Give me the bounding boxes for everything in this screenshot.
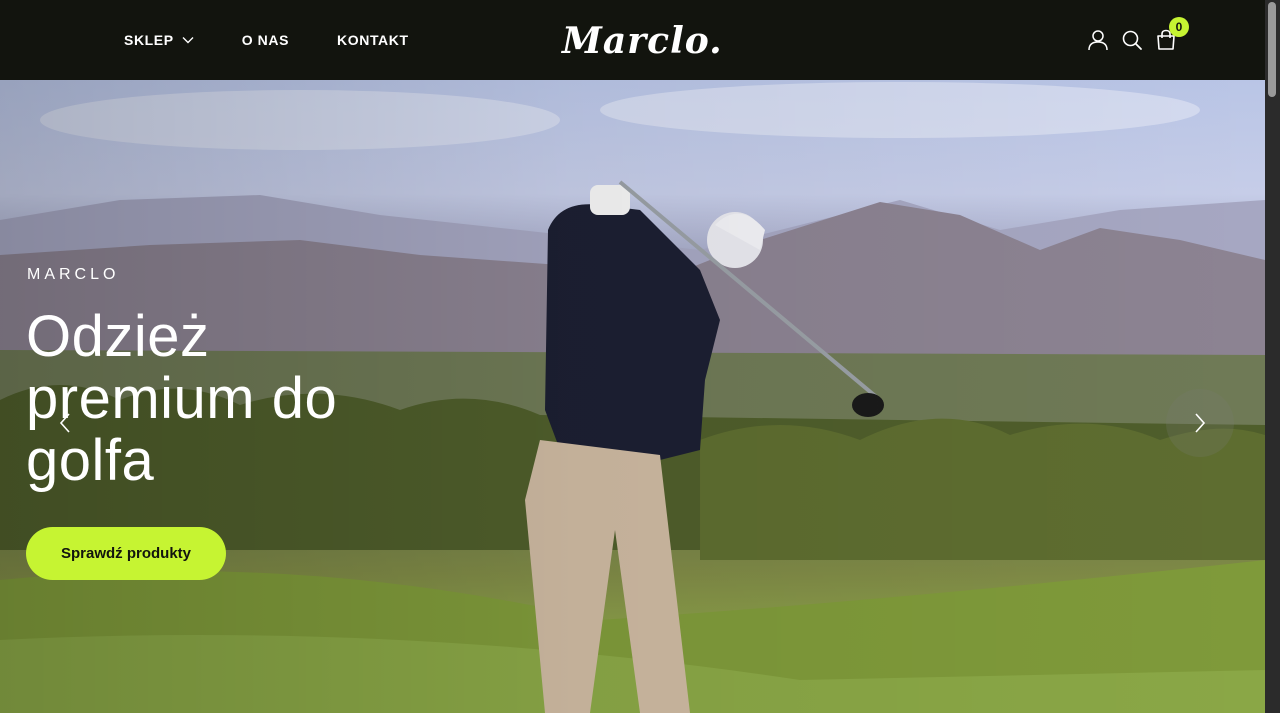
- nav-item-label: SKLEP: [124, 32, 174, 48]
- header-icons: 0: [1075, 0, 1189, 80]
- main-nav: SKLEP O NAS KONTAKT: [124, 0, 457, 80]
- cart-count-badge: 0: [1169, 17, 1189, 37]
- shop-products-button[interactable]: Sprawdź produkty: [26, 527, 226, 580]
- hero-slider: MARCLO Odzież premium do golfa Sprawdź p…: [0, 80, 1265, 713]
- nav-item-label: KONTAKT: [337, 32, 409, 48]
- nav-item-sklep[interactable]: SKLEP: [124, 32, 194, 48]
- chevron-left-icon[interactable]: [50, 408, 80, 438]
- nav-item-label: O NAS: [241, 32, 290, 48]
- chevron-down-icon: [182, 36, 194, 44]
- shopping-bag-icon[interactable]: 0: [1155, 17, 1189, 51]
- chevron-right-icon[interactable]: [1185, 408, 1215, 438]
- nav-item-kontakt[interactable]: KONTAKT: [337, 32, 409, 48]
- hero-headline: Odzież premium do golfa: [26, 304, 338, 493]
- search-icon[interactable]: [1121, 29, 1143, 51]
- user-icon[interactable]: [1087, 29, 1109, 51]
- nav-item-o-nas[interactable]: O NAS: [242, 32, 289, 48]
- page-scrollbar[interactable]: [1265, 0, 1280, 713]
- hero-eyebrow: MARCLO: [27, 266, 120, 283]
- site-header: SKLEP O NAS KONTAKT Marclo. 0: [0, 0, 1265, 80]
- brand-logo[interactable]: Marclo.: [562, 18, 722, 64]
- scrollbar-thumb[interactable]: [1268, 2, 1276, 97]
